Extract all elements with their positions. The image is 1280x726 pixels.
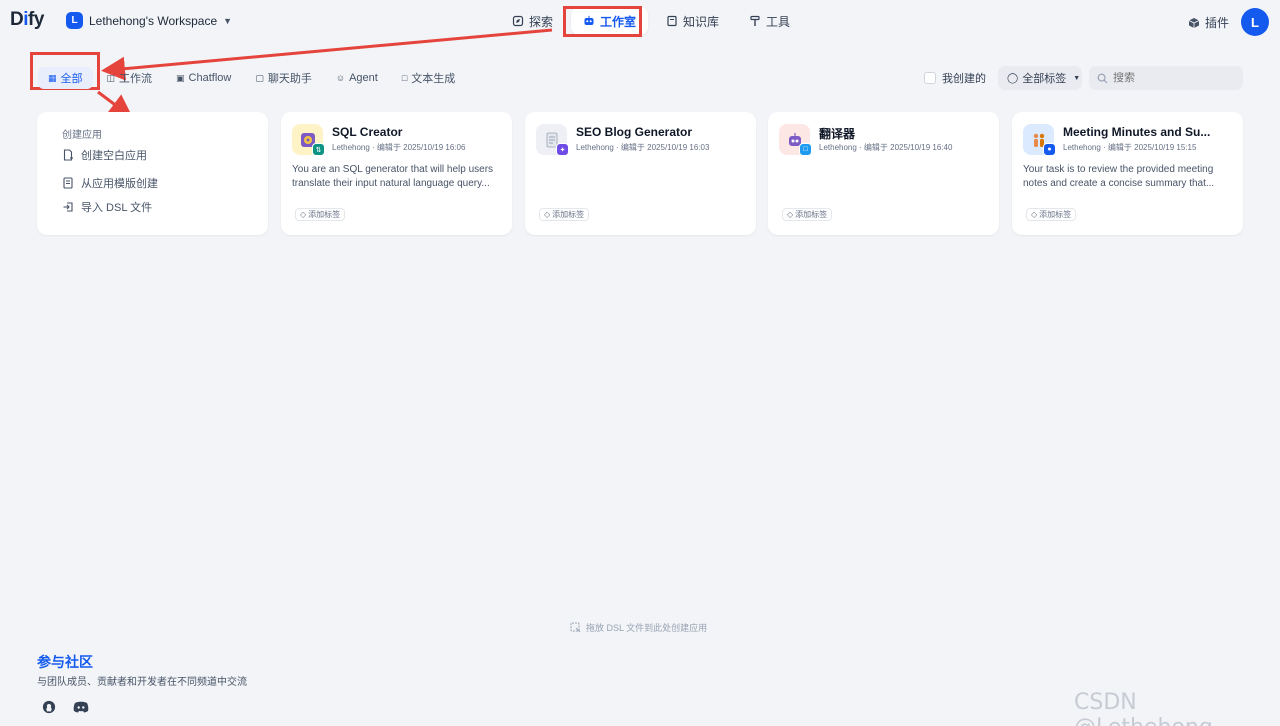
app-name: SQL Creator	[332, 125, 403, 139]
nav-explore[interactable]: 探索	[500, 7, 565, 35]
book-icon	[667, 15, 677, 27]
create-app-card: 创建应用 创建空白应用 从应用模版创建 导入 DSL 文件	[37, 112, 268, 235]
create-app-title: 创建应用	[62, 130, 102, 141]
annotation-arrows	[97, 28, 553, 119]
create-from-template-button[interactable]: 从应用模版创建	[62, 175, 158, 191]
add-tag-button[interactable]: ◇ 添加标签	[295, 208, 346, 221]
tag-icon: ◇	[1031, 210, 1038, 219]
created-by-me-checkbox[interactable]	[924, 72, 936, 84]
chatbot-badge-icon: ●	[1043, 143, 1056, 156]
chat-badge-icon: □	[799, 143, 812, 156]
tag-icon: ◇	[544, 210, 551, 219]
app-description: Your task is to review the provided meet…	[1023, 164, 1215, 189]
discord-icon[interactable]	[73, 700, 89, 714]
chevron-down-icon: ▼	[223, 15, 233, 26]
tab-workflow[interactable]: ◫ 工作流	[97, 67, 163, 89]
app-meta: Lethehong · 编辑于 2025/10/19 16:06	[332, 143, 466, 152]
tab-chat-assistant[interactable]: ▢ 聊天助手	[245, 67, 322, 89]
workspace-avatar: L	[66, 12, 83, 29]
tag-filter-select[interactable]: ◯ 全部标签 ▼	[998, 66, 1082, 90]
agent-badge-icon: ✦	[556, 143, 569, 156]
new-file-icon	[63, 149, 73, 161]
chat-icon: ▢	[255, 72, 264, 83]
tag-icon: ◇	[300, 210, 307, 219]
app-meta: Lethehong · 编辑于 2025/10/19 16:03	[576, 143, 710, 152]
grid-icon: ▦	[48, 72, 57, 83]
plugin-button[interactable]: 插件	[1188, 14, 1229, 31]
app-card-sql-creator[interactable]: ⇅ SQL Creator Lethehong · 编辑于 2025/10/19…	[281, 112, 512, 235]
workspace-switcher[interactable]: L Lethehong's Workspace ▼	[66, 12, 232, 29]
app-name: Meeting Minutes and Su...	[1063, 125, 1211, 139]
community-title: 参与社区	[37, 654, 93, 670]
tab-all[interactable]: ▦ 全部	[38, 67, 93, 89]
tab-agent[interactable]: ☺ Agent	[326, 67, 388, 89]
hammer-icon	[750, 15, 760, 26]
add-tag-button[interactable]: ◇ 添加标签	[1026, 208, 1077, 221]
dify-logo[interactable]: Dify	[10, 9, 44, 31]
workspace-name: Lethehong's Workspace	[89, 13, 218, 28]
workflow-icon: ◫	[106, 72, 116, 83]
search-icon	[1097, 73, 1108, 83]
import-dsl-button[interactable]: 导入 DSL 文件	[62, 199, 152, 215]
workflow-badge-icon: ⇅	[312, 143, 325, 156]
nav-knowledge[interactable]: 知识库	[654, 7, 731, 35]
nav-tools[interactable]: 工具	[737, 7, 802, 35]
add-tag-button[interactable]: ◇ 添加标签	[782, 208, 833, 221]
annotation-arrow-to-create-blank	[97, 90, 134, 119]
user-avatar[interactable]: L	[1241, 8, 1269, 36]
compass-icon	[512, 15, 524, 27]
template-icon	[63, 177, 73, 189]
main-nav: 探索 工作室 知识库 工具	[500, 7, 802, 35]
app-meta: Lethehong · 编辑于 2025/10/19 16:40	[819, 143, 953, 152]
app-description: You are an SQL generator that will help …	[292, 164, 494, 189]
app-meta: Lethehong · 编辑于 2025/10/19 15:15	[1063, 143, 1197, 152]
community-description: 与团队成员、贡献者和开发者在不同频道中交流	[37, 677, 247, 688]
app-type-tabs: ▦ 全部 ◫ 工作流 ▣ Chatflow ▢ 聊天助手 ☺ Agent □ 文本生成	[38, 67, 465, 89]
search-input[interactable]	[1113, 72, 1233, 84]
annotation-box-studio	[563, 6, 642, 37]
cube-icon	[1188, 17, 1200, 28]
agent-icon: ☺	[335, 73, 346, 83]
created-by-me-filter[interactable]: 我创建的	[924, 70, 986, 86]
tab-chatflow[interactable]: ▣ Chatflow	[166, 67, 241, 89]
tab-text-generation[interactable]: □ 文本生成	[392, 67, 465, 89]
import-icon	[63, 202, 73, 212]
chatflow-icon: ▣	[176, 72, 185, 83]
search-box[interactable]	[1089, 66, 1243, 90]
tag-icon: ◯	[1007, 72, 1019, 84]
app-card-translator[interactable]: □ 翻译器 Lethehong · 编辑于 2025/10/19 16:40 ◇…	[768, 112, 999, 235]
csdn-watermark: CSDN @Lethehong	[1074, 690, 1213, 726]
tag-icon: ◇	[787, 210, 794, 219]
app-card-seo-blog-generator[interactable]: ✦ SEO Blog Generator Lethehong · 编辑于 202…	[525, 112, 756, 235]
dsl-drop-hint: 拖放 DSL 文件到此处创建应用	[570, 621, 707, 634]
add-tag-button[interactable]: ◇ 添加标签	[539, 208, 590, 221]
app-name: 翻译器	[819, 127, 856, 141]
github-icon[interactable]	[42, 700, 56, 714]
chevron-down-icon: ▼	[1073, 74, 1081, 82]
create-blank-app-button[interactable]: 创建空白应用	[62, 147, 147, 163]
app-card-meeting-minutes[interactable]: ● Meeting Minutes and Su... Lethehong · …	[1012, 112, 1243, 235]
doc-icon: □	[401, 73, 408, 83]
app-name: SEO Blog Generator	[576, 125, 693, 139]
drop-file-icon	[570, 622, 581, 633]
